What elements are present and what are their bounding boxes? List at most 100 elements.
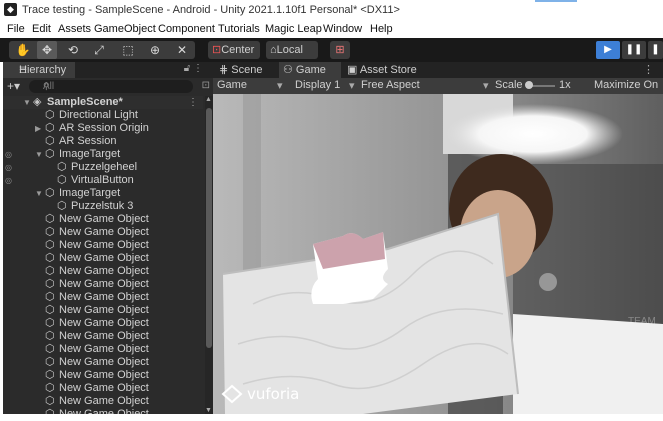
menu-tutorials[interactable]: Tutorials [218, 23, 260, 35]
scroll-up-icon[interactable]: ▲ [205, 96, 212, 103]
gameobject-cube-icon: ⬡ [45, 330, 55, 342]
hierarchy-row[interactable]: ⬡ Puzzelstuk 3 [3, 200, 203, 213]
search-placeholder: All [43, 81, 55, 92]
scene-menu-icon[interactable]: ⋮ [188, 96, 198, 109]
hierarchy-row-label: VirtualButton [71, 174, 134, 186]
hierarchy-row[interactable]: ⬡ New Game Object [3, 395, 203, 408]
pivot-center-button[interactable]: ⊡Center [208, 41, 260, 59]
menu-edit[interactable]: Edit [32, 23, 51, 35]
play-button[interactable]: ▶ [596, 41, 620, 59]
scroll-down-icon[interactable]: ▼ [205, 407, 212, 414]
hierarchy-row[interactable]: ⬡ Directional Light [3, 109, 203, 122]
hierarchy-row-label: New Game Object [59, 343, 149, 355]
hierarchy-tab-label: Hierarchy [19, 64, 67, 76]
gameobject-cube-icon: ⬡ [45, 122, 55, 134]
menu-assets[interactable]: Assets [58, 23, 91, 35]
collapse-arrow-icon[interactable]: ▼ [23, 96, 31, 109]
menu-help[interactable]: Help [370, 23, 393, 35]
hierarchy-tab-bar: ☰ Hierarchy 🔓︎ ⋮ [3, 62, 213, 78]
hierarchy-row[interactable]: ⬡ New Game Object [3, 382, 203, 395]
scene-filter-icon[interactable]: ⊡ [202, 80, 210, 91]
pivot-local-button[interactable]: ⌂Local [266, 41, 318, 59]
hierarchy-tab[interactable]: ☰ Hierarchy [3, 62, 75, 78]
custom-tool-icon[interactable]: ✕ [172, 41, 192, 59]
hierarchy-row[interactable]: ⬡ New Game Object [3, 239, 203, 252]
hierarchy-row[interactable]: ◎ ⬡ Puzzelgeheel [3, 161, 203, 174]
visibility-icon[interactable]: ◎ [5, 174, 12, 187]
gameobject-cube-icon: ⬡ [45, 148, 55, 160]
display-dropdown[interactable]: Display 1 [295, 79, 340, 91]
hierarchy-row[interactable]: ◎ ⬡ VirtualButton [3, 174, 203, 187]
hierarchy-row[interactable]: ⬡ New Game Object [3, 330, 203, 343]
game-tab-label: Game [295, 64, 326, 76]
game-toolbar: Game ▾ Display 1 ▾ Free Aspect ▾ Scale 1… [213, 78, 663, 94]
hierarchy-row[interactable]: ⬡ New Game Object [3, 291, 203, 304]
gameobject-cube-icon: ⬡ [45, 252, 55, 264]
hierarchy-row[interactable]: ⬡ New Game Object [3, 343, 203, 356]
tab-scene[interactable]: ⋕ Scene [219, 62, 279, 78]
hierarchy-row[interactable]: ⬡ New Game Object [3, 265, 203, 278]
lock-icon[interactable]: 🔓︎ ⋮ [184, 63, 203, 74]
hierarchy-row[interactable]: ⬡ New Game Object [3, 226, 203, 239]
hierarchy-row[interactable]: ⬡ New Game Object [3, 408, 203, 414]
menu-magic-leap[interactable]: Magic Leap [265, 23, 322, 35]
hierarchy-row-label: New Game Object [59, 278, 149, 290]
more-options-icon[interactable]: ⋮ [643, 62, 655, 78]
step-button[interactable]: ❚ [648, 41, 663, 59]
rotate-tool-icon[interactable]: ⟲ [63, 41, 83, 59]
game-view-dropdown[interactable]: Game [217, 79, 247, 91]
hierarchy-scrollbar[interactable]: ▲ ▼ [205, 96, 213, 414]
hierarchy-row[interactable]: ▶ ⬡ AR Session Origin [3, 122, 203, 135]
collapse-arrow-icon[interactable]: ▼ [35, 148, 43, 161]
transform-tool-icon[interactable]: ⊕ [145, 41, 165, 59]
local-icon: ⌂ [270, 44, 277, 56]
hierarchy-row[interactable]: ⬡ AR Session [3, 135, 203, 148]
scale-tool-icon[interactable]: ⤢ [89, 41, 109, 59]
hierarchy-row[interactable]: ⬡ New Game Object [3, 369, 203, 382]
aspect-dropdown[interactable]: Free Aspect [361, 79, 420, 91]
hierarchy-row[interactable]: ▼ ⬡ ImageTarget [3, 187, 203, 200]
scale-value: 1x [559, 79, 571, 91]
hierarchy-row[interactable]: ⬡ New Game Object [3, 304, 203, 317]
menu-component[interactable]: Component [158, 23, 215, 35]
hierarchy-row-label: AR Session [59, 135, 117, 147]
vuforia-watermark: vuforia [247, 385, 299, 403]
hierarchy-row[interactable]: ⬡ New Game Object [3, 252, 203, 265]
hierarchy-row-label: New Game Object [59, 356, 149, 368]
hierarchy-row[interactable]: ⬡ New Game Object [3, 317, 203, 330]
hierarchy-row-label: New Game Object [59, 291, 149, 303]
tab-asset-store[interactable]: ▣ Asset Store [347, 62, 437, 78]
tab-game[interactable]: ⚇ Game [279, 62, 341, 78]
menu-file[interactable]: File [7, 23, 25, 35]
menu-gameobject[interactable]: GameObject [94, 23, 156, 35]
rect-tool-icon[interactable]: ⬚ [118, 41, 138, 59]
hierarchy-row[interactable]: ◎ ▼ ⬡ ImageTarget [3, 148, 203, 161]
scale-label: Scale [495, 79, 523, 91]
hand-tool-icon[interactable]: ✋ [13, 41, 33, 59]
menu-window[interactable]: Window [323, 23, 362, 35]
expand-arrow-icon[interactable]: ▶ [35, 122, 41, 135]
game-viewport[interactable]: TEAM vuforia [213, 94, 663, 414]
hierarchy-row-label: New Game Object [59, 382, 149, 394]
hierarchy-row[interactable]: ⬡ New Game Object [3, 356, 203, 369]
hierarchy-row-label: New Game Object [59, 265, 149, 277]
collapse-arrow-icon[interactable]: ▼ [35, 187, 43, 200]
grid-snap-icon[interactable]: ⊞ [330, 41, 350, 59]
scroll-thumb[interactable] [206, 108, 212, 348]
scene-row[interactable]: ▼ ◈ SampleScene* ⋮ [3, 96, 203, 109]
gameobject-cube-icon: ⬡ [45, 213, 55, 225]
visibility-icon[interactable]: ◎ [5, 161, 12, 174]
maximize-on-play-button[interactable]: Maximize On [594, 79, 658, 91]
hierarchy-search-input[interactable]: ⚲ All [29, 80, 193, 93]
pivot-center-label: Center [221, 44, 255, 56]
hierarchy-row[interactable]: ⬡ New Game Object [3, 213, 203, 226]
hierarchy-row[interactable]: ⬡ New Game Object [3, 278, 203, 291]
main-toolbar: ✋ ✥ ⟲ ⤢ ⬚ ⊕ ✕ ⊡Center ⌂Local ⊞ ▶ ❚❚ ❚ [0, 38, 663, 62]
scale-slider-knob[interactable] [525, 81, 533, 89]
move-tool-icon[interactable]: ✥ [37, 41, 57, 59]
visibility-icon[interactable]: ◎ [5, 148, 12, 161]
pause-button[interactable]: ❚❚ [622, 41, 646, 59]
add-icon[interactable]: +▾ [7, 79, 20, 93]
unity-icon: ◆ [4, 3, 17, 16]
asset-store-icon: ▣ [347, 64, 360, 76]
